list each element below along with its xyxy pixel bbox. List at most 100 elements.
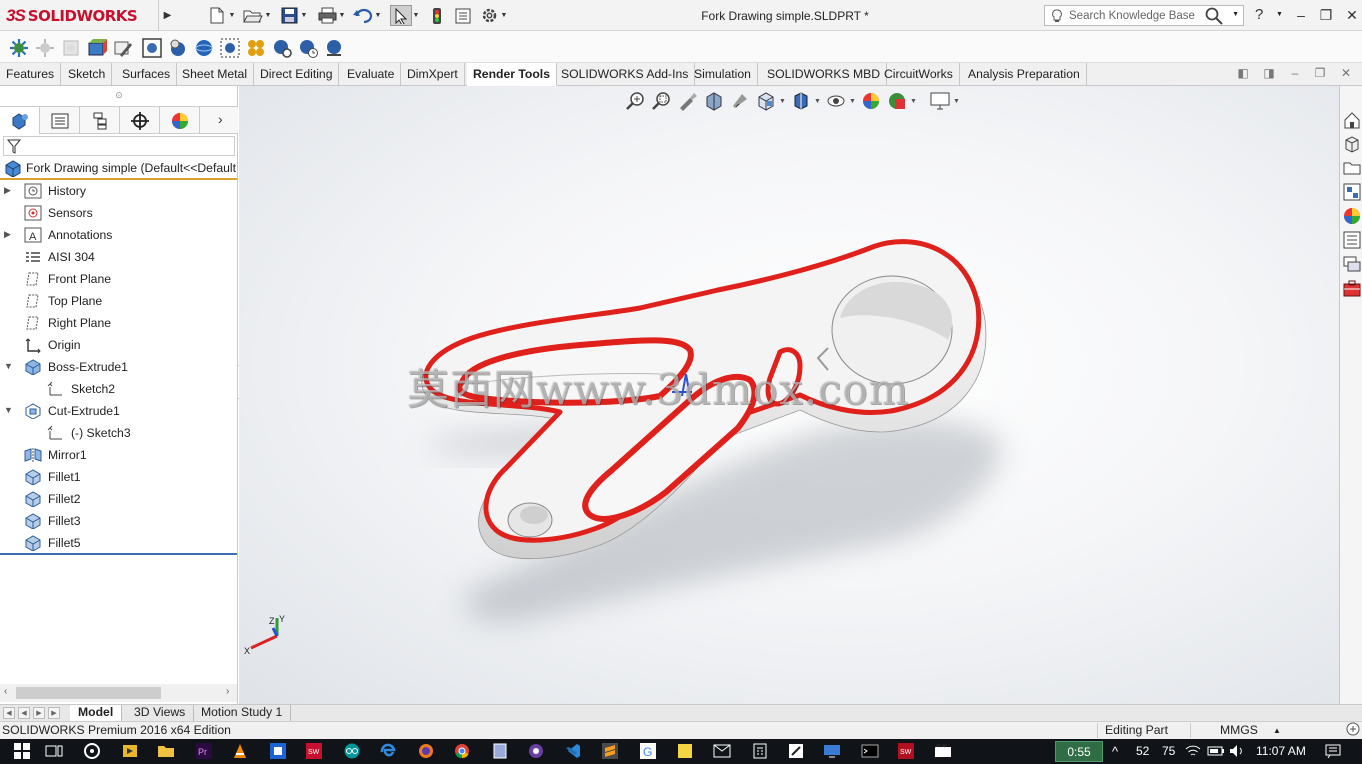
tab-direct-editing[interactable]: Direct Editing: [254, 63, 340, 86]
appearances-scenes-icon[interactable]: [1342, 206, 1362, 226]
panel-grip-handle[interactable]: ⊙: [0, 86, 238, 106]
save-dropdown-icon[interactable]: ▼: [300, 12, 308, 19]
tab-render-tools[interactable]: Render Tools: [467, 63, 557, 86]
search-dropdown-icon[interactable]: ▼: [1232, 11, 1239, 18]
final-render-icon[interactable]: [60, 37, 82, 59]
tree-item-cut-extrude1[interactable]: ▼ Cut-Extrude1: [0, 400, 237, 422]
scroll-thumb[interactable]: [16, 687, 161, 699]
render-tools-add-in-icon[interactable]: [8, 37, 30, 59]
sticky-notes-icon[interactable]: [675, 741, 695, 761]
search-icon[interactable]: [1205, 7, 1223, 28]
unit-system-arrow-icon[interactable]: ▲: [1273, 726, 1281, 735]
arduino-icon[interactable]: [342, 741, 362, 761]
help-icon[interactable]: ?: [1255, 6, 1263, 23]
task-view-icon[interactable]: [44, 741, 64, 761]
windows-start-icon[interactable]: [12, 741, 32, 761]
tree-item-fillet1[interactable]: Fillet1: [0, 466, 237, 488]
action-center-icon[interactable]: [1323, 741, 1343, 761]
expand-arrow-icon[interactable]: ▶: [4, 229, 14, 240]
tree-item-front-plane[interactable]: Front Plane: [0, 268, 237, 290]
unit-system-button[interactable]: MMGS: [1220, 723, 1258, 737]
file-properties-icon[interactable]: [452, 5, 474, 26]
tab-evaluate[interactable]: Evaluate: [341, 63, 402, 86]
photos-app-icon[interactable]: [120, 741, 140, 761]
tree-item-fillet2[interactable]: Fillet2: [0, 488, 237, 510]
minimize-window-icon[interactable]: –: [1291, 6, 1311, 24]
app-purple-icon[interactable]: [526, 741, 546, 761]
render-options-icon[interactable]: [271, 37, 293, 59]
first-tab-arrow-icon[interactable]: ◀: [3, 707, 15, 719]
undo-icon[interactable]: [352, 5, 374, 26]
tab-3d-views[interactable]: 3D Views: [126, 705, 195, 721]
last-tab-arrow-icon[interactable]: ▶: [48, 707, 60, 719]
tab-dimxpert[interactable]: DimXpert: [401, 63, 465, 86]
tree-item-mirror1[interactable]: Mirror1: [0, 444, 237, 466]
chrome-icon[interactable]: [452, 741, 472, 761]
integrated-preview-icon[interactable]: [245, 37, 267, 59]
calculator-icon[interactable]: [750, 741, 770, 761]
tile-right-icon[interactable]: ◨: [1261, 66, 1277, 82]
print-icon[interactable]: [316, 5, 338, 26]
remote-desktop-icon[interactable]: [822, 741, 842, 761]
edit-scene-icon[interactable]: [141, 37, 163, 59]
wifi-icon[interactable]: [1183, 741, 1203, 761]
more-tabs-chevron-icon[interactable]: ›: [218, 111, 223, 127]
snip-tool-icon[interactable]: [786, 741, 806, 761]
volume-icon[interactable]: [1227, 741, 1247, 761]
edit-appearance-icon[interactable]: [86, 37, 108, 59]
save-icon[interactable]: [278, 5, 300, 26]
configurationmanager-tab-icon[interactable]: [80, 107, 120, 134]
google-icon[interactable]: G: [638, 741, 658, 761]
mail-icon[interactable]: [712, 741, 732, 761]
select-dropdown-icon[interactable]: ▼: [412, 12, 420, 19]
help-dropdown-icon[interactable]: ▼: [1276, 11, 1283, 18]
featuremanager-tab-icon[interactable]: [0, 107, 40, 134]
tree-item-fillet5[interactable]: Fillet5: [0, 532, 237, 554]
recording-timer[interactable]: 0:55: [1055, 741, 1103, 762]
tree-filter-field[interactable]: [3, 136, 235, 156]
solidworks-taskbar-icon[interactable]: SW: [304, 741, 324, 761]
tree-item-origin[interactable]: Origin: [0, 334, 237, 356]
tab-sketch[interactable]: Sketch: [62, 63, 113, 86]
tree-item-fillet3[interactable]: Fillet3: [0, 510, 237, 532]
tab-surfaces[interactable]: Surfaces: [116, 63, 178, 86]
render-region-icon[interactable]: [219, 37, 241, 59]
tree-item-annotations[interactable]: ▶ A Annotations: [0, 224, 237, 246]
toolbox-icon[interactable]: [1342, 278, 1362, 298]
scene-sphere-icon[interactable]: [193, 37, 215, 59]
dimxpertmanager-tab-icon[interactable]: [120, 107, 160, 134]
tab-model[interactable]: Model: [70, 705, 123, 721]
doc-restore-icon[interactable]: ❐: [1312, 66, 1328, 82]
part-root-node[interactable]: Fork Drawing simple (Default<<Default: [0, 158, 237, 180]
rebuild-traffic-light-icon[interactable]: [426, 5, 448, 26]
schedule-render-icon[interactable]: [297, 37, 319, 59]
expand-arrow-icon[interactable]: ▶: [4, 185, 14, 196]
solidworks-resources-home-icon[interactable]: [1342, 110, 1362, 130]
prev-tab-arrow-icon[interactable]: ◀: [18, 707, 30, 719]
premiere-icon[interactable]: Pr: [194, 741, 214, 761]
preview-window-icon[interactable]: [34, 37, 56, 59]
tab-solidworks-add-ins[interactable]: SOLIDWORKS Add-Ins: [555, 63, 696, 86]
vlc-icon[interactable]: [230, 741, 250, 761]
forum-chat-icon[interactable]: [1342, 254, 1362, 274]
file-explorer-icon[interactable]: [1342, 158, 1362, 178]
tree-item-history[interactable]: ▶ History: [0, 180, 237, 202]
tree-horizontal-scrollbar[interactable]: ‹ ›: [0, 684, 237, 702]
video-editor-icon[interactable]: [933, 741, 953, 761]
tab-sheet-metal[interactable]: Sheet Metal: [176, 63, 255, 86]
tab-motion-study-1[interactable]: Motion Study 1: [193, 705, 292, 721]
edge-browser-icon[interactable]: [378, 741, 398, 761]
tree-item-sketch3[interactable]: (-) Sketch3: [0, 422, 237, 444]
custom-properties-icon[interactable]: [1342, 230, 1362, 250]
graphics-area[interactable]: ▼ ▼ ▼ ▼ ▼ 莫西网www.3dmox.com Z Y X: [239, 86, 1339, 704]
firefox-icon[interactable]: [416, 741, 436, 761]
new-document-icon[interactable]: [206, 5, 228, 26]
file-explorer-taskbar-icon[interactable]: [156, 741, 176, 761]
tile-left-icon[interactable]: ◧: [1235, 66, 1251, 82]
doc-minimize-icon[interactable]: –: [1287, 66, 1303, 82]
tab-solidworks-mbd[interactable]: SOLIDWORKS MBD: [761, 63, 888, 86]
tree-item-top-plane[interactable]: Top Plane: [0, 290, 237, 312]
open-folder-icon[interactable]: [242, 5, 264, 26]
command-prompt-icon[interactable]: [860, 741, 880, 761]
tray-expand-chevron-icon[interactable]: ^: [1112, 744, 1118, 759]
